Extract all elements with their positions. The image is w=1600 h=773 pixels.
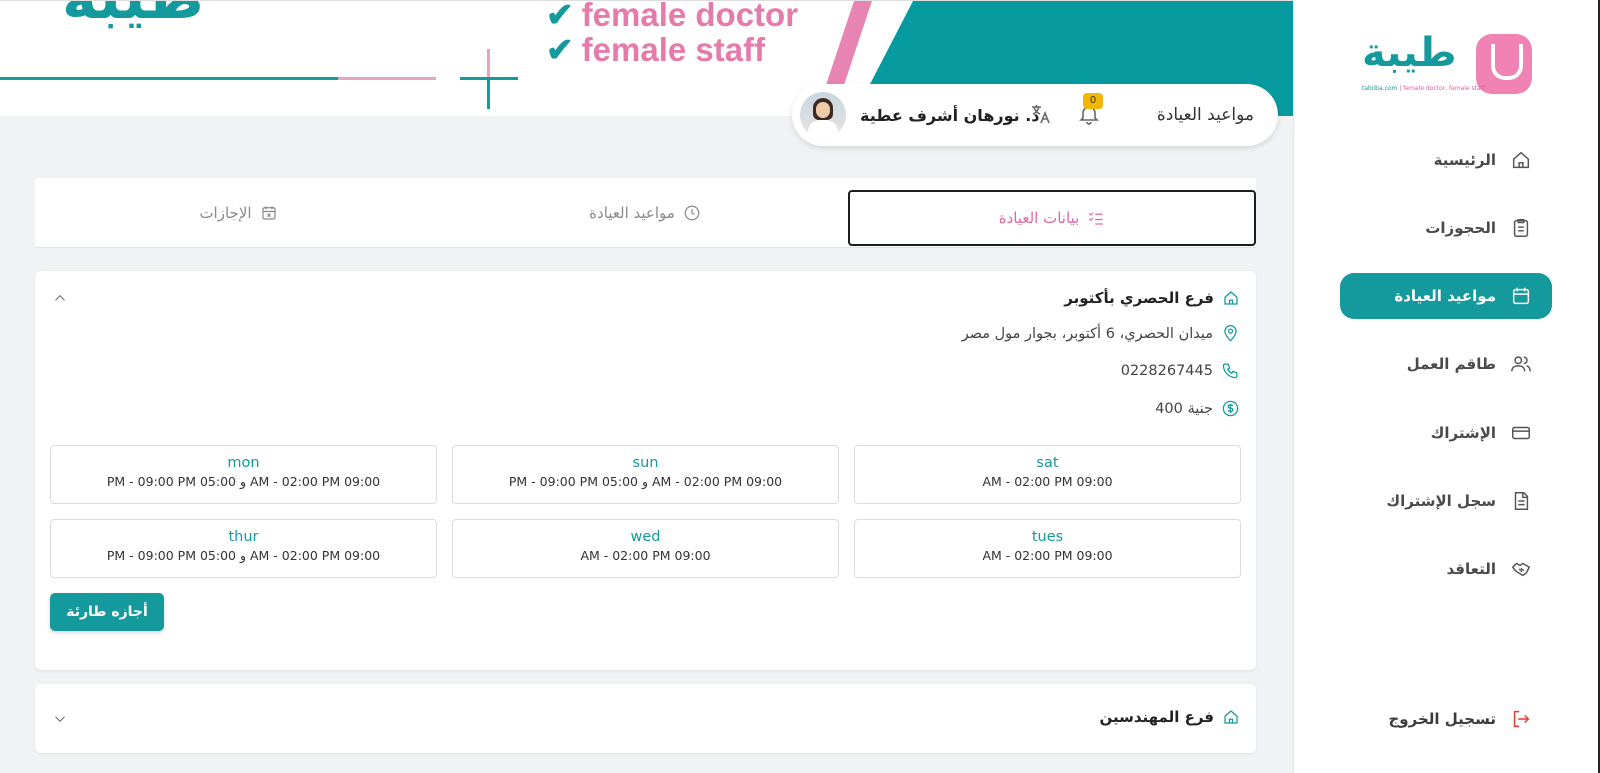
chevron-down-icon[interactable] — [51, 710, 69, 728]
sidebar-item-label: طاقم العمل — [1406, 355, 1496, 373]
day-hours: PM - 09:00 PM 05:00 و AM - 02:00 PM 09:0… — [106, 548, 381, 563]
day-name: tues — [1031, 529, 1064, 545]
sidebar-item-staff[interactable]: طاقم العمل — [1340, 341, 1552, 387]
day-schedule-wed: wed AM - 02:00 PM 09:00 — [452, 519, 839, 578]
address-text: ميدان الحصري، 6 أكتوبر، بجوار مول مصر — [961, 325, 1213, 342]
tab-label: مواعيد العيادة — [589, 204, 675, 222]
tab-clinic-hours[interactable]: مواعيد العيادة — [442, 178, 848, 248]
banner-logo-text: طيبة — [62, 1, 204, 33]
price-text: 400 جنية — [1155, 400, 1213, 417]
translate-icon[interactable] — [1028, 102, 1052, 126]
emergency-leave-button[interactable]: أجازه طارئة — [50, 593, 164, 631]
branch-address: ميدان الحصري، 6 أكتوبر، بجوار مول مصر — [962, 324, 1240, 343]
home-icon — [1224, 710, 1238, 724]
calendar-x-icon — [261, 206, 276, 220]
day-name: thur — [228, 529, 259, 545]
logo-tagline: tabiiba.com | female doctor, female staf… — [1362, 85, 1485, 92]
doctor-name: د. نورهان أشرف عطية — [860, 105, 1040, 125]
day-schedule-tues: tues AM - 02:00 PM 09:00 — [854, 519, 1241, 578]
document-icon — [1514, 492, 1529, 510]
branch-price: 400 جنية — [1155, 399, 1240, 418]
day-hours: PM - 09:00 PM 05:00 و AM - 02:00 PM 09:0… — [106, 474, 381, 489]
branch-header[interactable]: فرع المهندسين — [1099, 708, 1240, 726]
chevron-up-icon[interactable] — [51, 289, 69, 307]
banner-slogan-line1: female doctor — [581, 0, 799, 33]
clock-icon — [684, 205, 700, 221]
logout-label: تسجيل الخروج — [1388, 710, 1497, 728]
credit-card-icon — [1512, 426, 1530, 440]
sidebar-item-clinic-hours[interactable]: مواعيد العيادة — [1340, 273, 1552, 319]
banner-decor-line — [0, 77, 338, 80]
clipboard-icon — [1513, 219, 1529, 237]
banner-slogan: ✔ female doctor ✔ female staff — [546, 0, 799, 68]
banner-slogan-line2: female staff — [581, 31, 766, 68]
day-schedule-mon: mon PM - 09:00 PM 05:00 و AM - 02:00 PM … — [50, 445, 437, 504]
day-schedule-sat: sat AM - 02:00 PM 09:00 — [854, 445, 1241, 504]
banner-decor-plus-vertical-pink — [487, 49, 490, 77]
day-hours: AM - 02:00 PM 09:00 — [982, 474, 1113, 489]
sidebar-item-label: سجل الإشتراك — [1386, 492, 1496, 510]
day-name: mon — [227, 455, 260, 471]
day-name: sun — [632, 455, 659, 471]
banner-decor-line-pink — [338, 77, 436, 80]
users-icon — [1511, 356, 1531, 372]
list-check-icon — [1089, 212, 1103, 225]
branch-card: فرع المهندسين — [35, 684, 1256, 753]
day-name: sat — [1036, 455, 1059, 471]
sidebar-item-bookings[interactable]: الحجوزات — [1340, 205, 1552, 251]
dollar-circle-icon — [1222, 400, 1239, 417]
tab-vacations[interactable]: الإجازات — [35, 178, 442, 248]
logout-button[interactable]: تسجيل الخروج — [1340, 696, 1552, 742]
day-schedule-sun: sun PM - 09:00 PM 05:00 و AM - 02:00 PM … — [452, 445, 839, 504]
sidebar-item-subscription[interactable]: الإشتراك — [1340, 410, 1552, 456]
logo-word: طيبة — [1362, 30, 1457, 76]
page-title: مواعيد العيادة — [1156, 105, 1254, 125]
tab-label: الإجازات — [199, 204, 252, 222]
handshake-icon — [1511, 562, 1531, 577]
location-pin-icon — [1224, 325, 1237, 342]
phone-text: 0228267445 — [1120, 362, 1213, 379]
phone-icon — [1222, 363, 1238, 379]
sidebar-item-label: الحجوزات — [1425, 219, 1496, 237]
sidebar-item-subscription-log[interactable]: سجل الإشتراك — [1340, 478, 1552, 524]
top-header-bar: د. نورهان أشرف عطية 0 مواعيد العيادة — [792, 84, 1278, 146]
day-schedule-thur: thur PM - 09:00 PM 05:00 و AM - 02:00 PM… — [50, 519, 437, 578]
sidebar-item-label: الإشتراك — [1430, 424, 1496, 442]
tab-clinic-data[interactable]: بيانات العيادة — [848, 190, 1256, 246]
calendar-icon — [1512, 287, 1530, 305]
branch-card: فرع الحصري بأكتوبر ميدان الحصري، 6 أكتوب… — [35, 271, 1256, 670]
banner-decor-plus-vertical — [487, 79, 490, 109]
day-hours: AM - 02:00 PM 09:00 — [580, 548, 711, 563]
logo[interactable]: طيبة tabiiba.com | female doctor, female… — [1358, 30, 1538, 102]
home-icon — [1224, 291, 1238, 305]
clinic-tabs: بيانات العيادة مواعيد العيادة الإجازات — [35, 178, 1256, 248]
sidebar-item-label: التعاقد — [1446, 560, 1496, 578]
branch-name: فرع المهندسين — [1099, 708, 1214, 726]
check-icon: ✔ — [546, 31, 574, 68]
notification-badge: 0 — [1083, 93, 1103, 109]
day-hours: PM - 09:00 PM 05:00 و AM - 02:00 PM 09:0… — [508, 474, 783, 489]
sidebar-item-label: الرئيسية — [1433, 151, 1496, 169]
banner-pink-stripe — [826, 1, 872, 85]
tab-label: بيانات العيادة — [998, 209, 1080, 227]
day-hours: AM - 02:00 PM 09:00 — [982, 548, 1113, 563]
home-icon — [1512, 151, 1530, 169]
logout-icon — [1513, 710, 1530, 728]
sidebar: طيبة tabiiba.com | female doctor, female… — [1293, 0, 1600, 773]
sidebar-item-label: مواعيد العيادة — [1394, 287, 1496, 305]
check-icon: ✔ — [546, 0, 574, 33]
branch-name: فرع الحصري بأكتوبر — [1064, 289, 1214, 307]
sidebar-item-contract[interactable]: التعاقد — [1340, 546, 1552, 592]
day-name: wed — [630, 529, 661, 545]
branch-phone: 0228267445 — [1121, 361, 1240, 380]
sidebar-item-home[interactable]: الرئيسية — [1340, 137, 1552, 183]
avatar[interactable] — [800, 92, 846, 138]
branch-header[interactable]: فرع الحصري بأكتوبر — [1064, 289, 1240, 307]
